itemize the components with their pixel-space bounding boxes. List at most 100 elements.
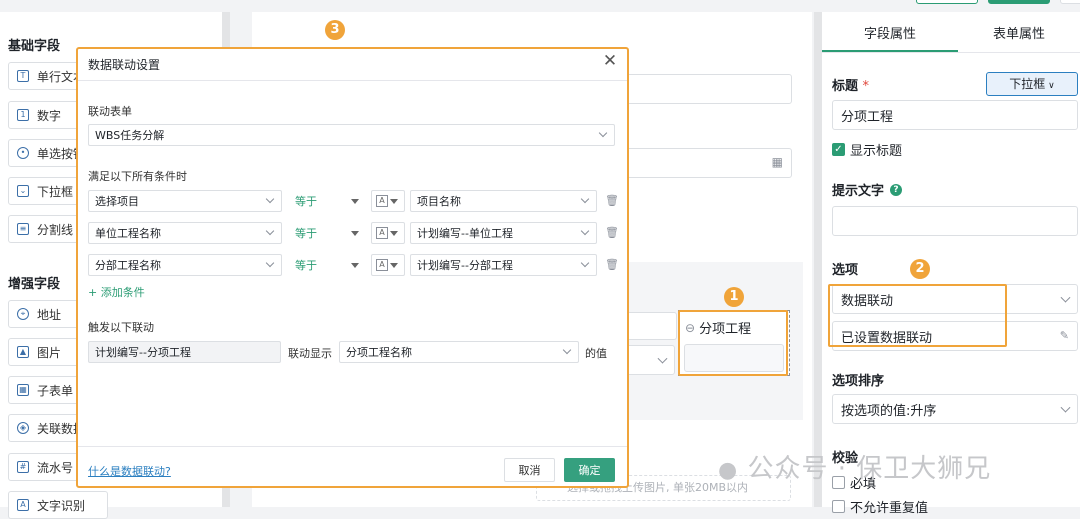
caret-down-icon [351,199,359,204]
enhanced-fields-heading: 增强字段 [8,277,61,292]
callout-badge-3: 3 [325,20,345,40]
toolbar-button-secondary[interactable] [916,0,978,4]
caret-down-icon [390,199,398,204]
field-type-dropdown[interactable]: 下拉框 ∨ [986,72,1078,96]
chevron-down-icon [265,258,275,268]
text-field-icon: T [17,70,29,82]
trigger-label: 触发以下联动 [88,321,154,334]
field-label: 图片 [37,345,62,360]
dialog-header-divider [78,80,627,81]
chevron-down-icon [598,128,608,138]
caret-down-icon [351,263,359,268]
conditions-label: 满足以下所有条件时 [88,170,187,183]
sort-select[interactable]: 按选项的值:升序 [832,394,1078,424]
title-heading: 标题 * [832,75,869,94]
trigger-show-label: 联动显示 [288,347,332,360]
value-type-select[interactable]: A [371,222,405,244]
linked-form-label: 联动表单 [88,105,132,118]
toolbar-button-primary[interactable] [988,0,1050,4]
confirm-button[interactable]: 确定 [564,458,615,482]
condition-value-select[interactable]: 项目名称 [410,190,597,212]
location-icon: ⌖ [17,308,29,320]
callout-badge-2: 2 [910,259,930,279]
number-field-icon: 1 [17,109,29,121]
caret-down-icon [390,231,398,236]
delete-condition-icon[interactable]: 🗑 [605,226,619,239]
condition-operator-value: 等于 [295,195,317,208]
tab-field-properties[interactable]: 字段属性 [822,20,958,50]
condition-operator-select[interactable]: 等于 [288,190,366,212]
calendar-icon: ▦ [771,155,783,169]
add-condition-button[interactable]: + 添加条件 [88,284,145,300]
trigger-source-select[interactable]: 分项工程名称 [339,341,579,363]
field-value-icon: A [376,259,388,271]
ocr-icon: A [17,499,29,511]
show-title-row[interactable]: ✓ 显示标题 [832,140,902,159]
tab-active-indicator [822,50,958,52]
condition-field-select[interactable]: 选择项目 [88,190,282,212]
chevron-down-icon [580,194,590,204]
chevron-down-icon [1060,292,1071,303]
chevron-down-icon [657,353,668,364]
serial-number-icon: # [17,461,29,473]
condition-operator-value: 等于 [295,259,317,272]
sort-value: 按选项的值:升序 [841,403,937,419]
show-title-label: 显示标题 [850,144,903,159]
field-label: 分割线 [37,222,74,237]
required-mark: * [862,79,870,94]
dialog-footer-divider [78,446,627,447]
caret-down-icon [351,231,359,236]
watermark: ● 公众号 · 保卫大狮兄 [718,448,991,485]
field-ocr[interactable]: A 文字识别 [8,491,108,519]
condition-value-select[interactable]: 计划编写--分部工程 [410,254,597,276]
help-icon[interactable]: ? [890,183,903,196]
field-label: 文字识别 [37,498,86,513]
panel-splitter[interactable] [814,12,822,507]
condition-field-select[interactable]: 单位工程名称 [88,222,282,244]
value-type-select[interactable]: A [371,254,405,276]
watermark-text: 公众号 · 保卫大狮兄 [747,454,992,484]
hint-heading: 提示文字 ? [832,180,903,199]
chevron-down-icon [1060,402,1071,413]
value-type-select[interactable]: A [371,190,405,212]
chevron-down-icon: ∨ [1045,81,1055,91]
condition-value: 计划编写--分部工程 [417,259,513,272]
title-label: 标题 [832,79,859,94]
chevron-down-icon [265,226,275,236]
condition-operator-select[interactable]: 等于 [288,254,366,276]
delete-condition-icon[interactable]: 🗑 [605,258,619,271]
trigger-source-value: 分项工程名称 [346,346,412,359]
options-heading: 选项 [832,263,859,278]
wechat-icon: ● [718,458,739,483]
field-label: 子表单 [37,383,74,398]
tab-form-properties[interactable]: 表单属性 [958,20,1080,50]
help-link[interactable]: 什么是数据联动? [88,463,171,479]
field-label: 流水号 [37,460,74,475]
title-input[interactable]: 分项工程 [832,100,1078,130]
close-icon[interactable]: ✕ [600,51,620,71]
toolbar-button-more[interactable] [1060,0,1080,4]
delete-condition-icon[interactable]: 🗑 [605,194,619,207]
condition-value-select[interactable]: 计划编写--单位工程 [410,222,597,244]
trigger-suffix: 的值 [585,347,607,360]
divider-field-icon: ≡ [17,223,29,235]
linked-form-value: WBS任务分解 [95,129,165,142]
show-title-checkbox[interactable]: ✓ [832,143,845,156]
field-label: 下拉框 [37,184,74,199]
condition-value: 计划编写--单位工程 [417,227,513,240]
chevron-down-icon [580,258,590,268]
callout-badge-1: 1 [724,287,744,307]
linked-form-select[interactable]: WBS任务分解 [88,124,615,146]
condition-operator-select[interactable]: 等于 [288,222,366,244]
field-label: 地址 [37,307,62,322]
chevron-down-icon [265,194,275,204]
subform-icon: ▦ [17,384,29,396]
condition-value: 项目名称 [417,195,461,208]
condition-field-select[interactable]: 分部工程名称 [88,254,282,276]
hint-input[interactable] [832,206,1078,236]
callout-highlight-1 [678,310,788,376]
cancel-button[interactable]: 取消 [504,458,555,482]
basic-fields-heading: 基础字段 [8,39,61,54]
dialog-title: 数据联动设置 [88,58,161,72]
chevron-down-icon [580,226,590,236]
